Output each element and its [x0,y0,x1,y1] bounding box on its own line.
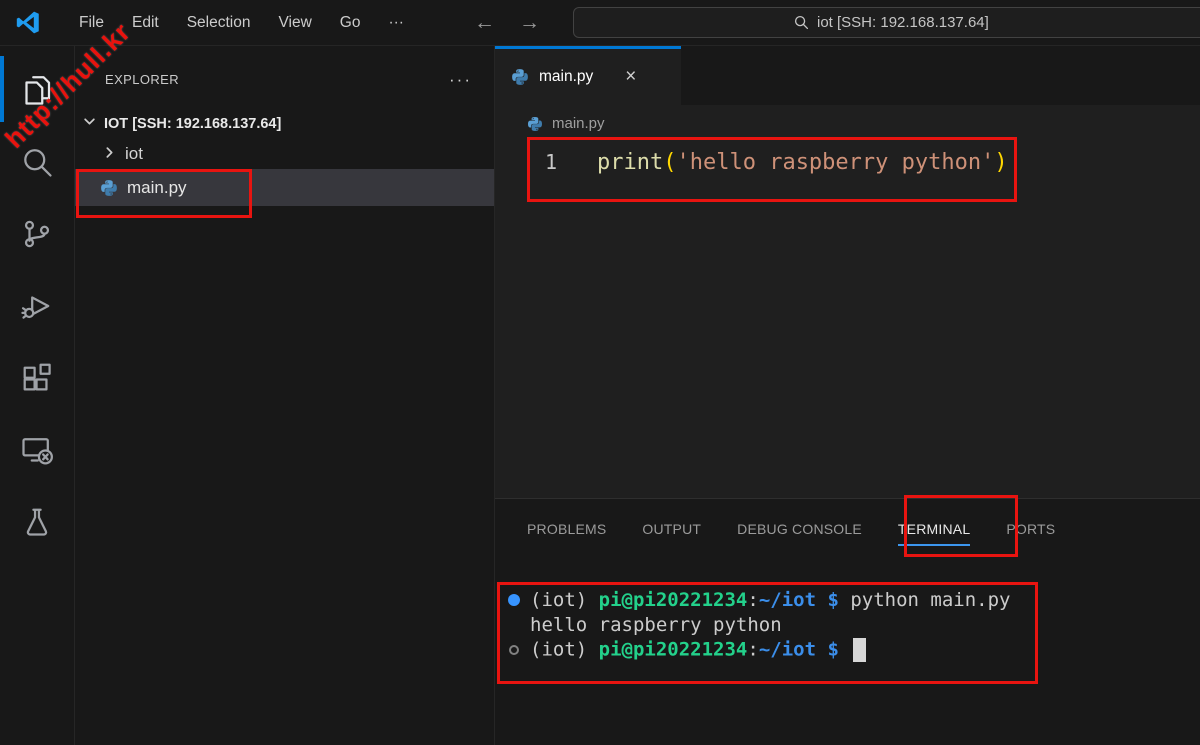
code-text: print('hello raspberry python') [597,147,1008,178]
chevron-right-icon [103,144,116,164]
tab-debug-console[interactable]: DEBUG CONSOLE [721,521,878,537]
history-nav: ← → [474,11,540,35]
explorer-sidebar: EXPLORER ··· IOT [SSH: 192.168.137.64] i… [75,46,495,745]
explorer-tree: IOT [SSH: 192.168.137.64] iot main.py [75,109,494,206]
token-string: 'hello raspberry python' [676,150,994,175]
terminal-text: hello raspberry python [530,614,782,636]
close-icon[interactable]: × [625,66,636,88]
workspace-section-header[interactable]: IOT [SSH: 192.168.137.64] [75,109,494,139]
terminal-line-2: hello raspberry python [503,612,1200,637]
tree-item-iot-folder[interactable]: iot [75,139,494,169]
command-center-text: iot [SSH: 192.168.137.64] [817,14,989,31]
tree-item-main-py[interactable]: main.py [75,169,494,206]
tab-output[interactable]: OUTPUT [626,521,717,537]
python-file-icon [100,179,118,197]
tab-ports[interactable]: PORTS [990,521,1071,537]
python-file-icon [527,116,543,132]
file-label: main.py [127,178,187,198]
terminal-output[interactable]: (iot) pi@pi20221234:~/iot $ python main.… [495,559,1200,662]
breadcrumb[interactable]: main.py [495,105,1200,142]
vscode-logo-icon [14,9,41,36]
panel-tab-bar: PROBLEMS OUTPUT DEBUG CONSOLE TERMINAL P… [495,499,1200,559]
command-success-decoration-icon [503,594,525,606]
code-editor[interactable]: 1 print('hello raspberry python') [495,142,1200,498]
command-pending-decoration-icon [503,645,525,655]
editor-group: main.py × main.py 1 print('hello raspber… [495,46,1200,745]
explorer-header: EXPLORER ··· [75,46,494,87]
search-icon[interactable] [0,126,74,198]
tab-label: main.py [539,68,593,86]
activity-bar [0,46,75,745]
menu-selection[interactable]: Selection [173,8,265,38]
extensions-icon[interactable] [0,342,74,414]
tab-main-py[interactable]: main.py × [495,46,681,105]
bottom-panel: PROBLEMS OUTPUT DEBUG CONSOLE TERMINAL P… [495,498,1200,745]
menu-go[interactable]: Go [326,8,375,38]
terminal-text: (iot) pi@pi20221234:~/iot $ python main.… [530,589,1011,611]
line-number: 1 [495,147,557,178]
search-icon [794,15,809,30]
terminal-line-1: (iot) pi@pi20221234:~/iot $ python main.… [503,587,1200,612]
testing-icon[interactable] [0,486,74,558]
command-center-search[interactable]: iot [SSH: 192.168.137.64] [573,7,1200,38]
remote-explorer-icon[interactable] [0,414,74,486]
forward-arrow-icon[interactable]: → [519,11,540,35]
token-open-paren: ( [663,150,676,175]
chevron-down-icon [83,115,96,133]
workspace-section-label: IOT [SSH: 192.168.137.64] [104,116,281,132]
tab-terminal[interactable]: TERMINAL [882,521,986,537]
editor-tab-bar: main.py × [495,46,1200,105]
token-function: print [597,150,663,175]
explorer-more-actions-icon[interactable]: ··· [449,75,472,85]
terminal-text: (iot) pi@pi20221234:~/iot $ [530,638,866,662]
run-debug-icon[interactable] [0,270,74,342]
breadcrumb-file: main.py [552,115,605,132]
terminal-line-3: (iot) pi@pi20221234:~/iot $ [503,637,1200,662]
terminal-cursor [853,638,866,662]
menu-edit[interactable]: Edit [118,8,173,38]
explorer-title: EXPLORER [105,72,179,87]
menu-bar: File Edit Selection View Go ··· [65,8,418,38]
menu-file[interactable]: File [65,8,118,38]
tab-problems[interactable]: PROBLEMS [511,521,622,537]
menu-more-icon[interactable]: ··· [374,8,418,38]
title-bar: File Edit Selection View Go ··· ← → iot … [0,0,1200,46]
token-close-paren: ) [994,150,1007,175]
menu-view[interactable]: View [264,8,325,38]
vscode-window: File Edit Selection View Go ··· ← → iot … [0,0,1200,745]
back-arrow-icon[interactable]: ← [474,11,495,35]
source-control-icon[interactable] [0,198,74,270]
code-line-1: 1 print('hello raspberry python') [495,147,1200,178]
python-file-icon [511,68,529,86]
explorer-files-icon[interactable] [0,54,74,126]
folder-label: iot [125,144,143,164]
